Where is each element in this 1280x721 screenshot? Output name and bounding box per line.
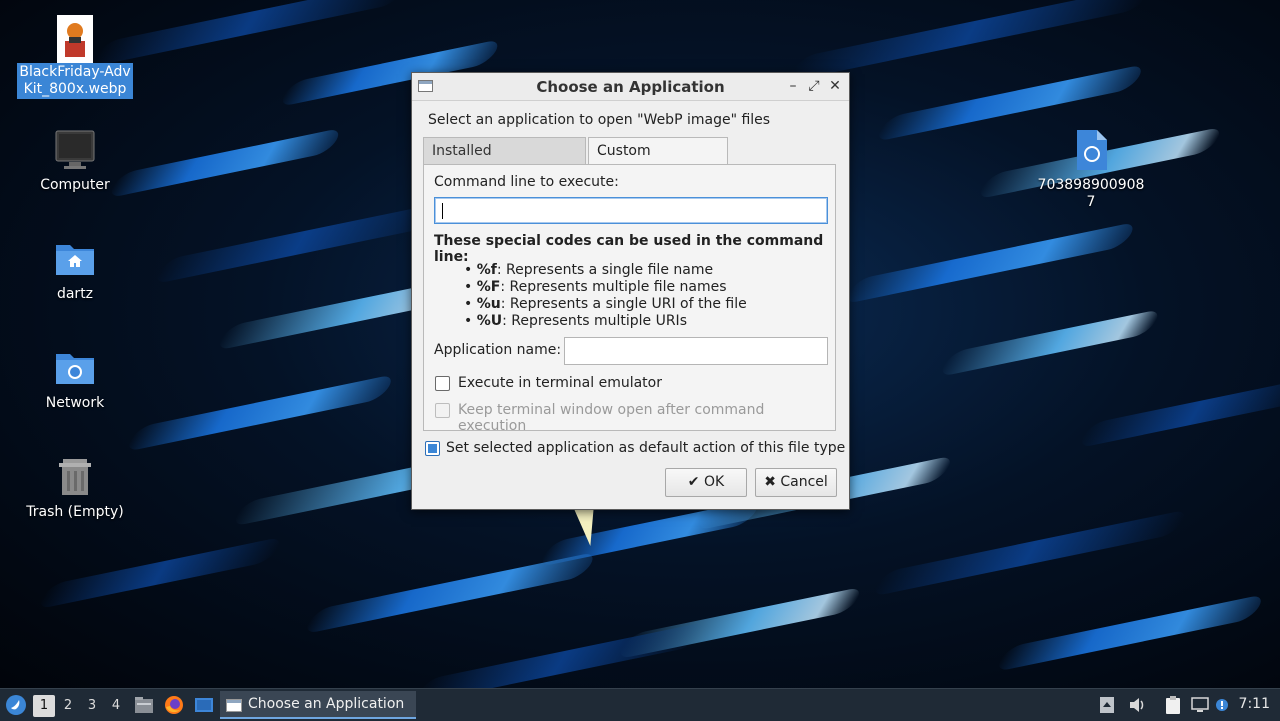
desktop-icon-blackfriday-webp[interactable]: BlackFriday-AdvKit_800x.webp bbox=[17, 15, 133, 99]
code: %F bbox=[476, 279, 501, 295]
check-icon: ✔ bbox=[687, 474, 700, 490]
workspace-3[interactable]: 3 bbox=[81, 695, 103, 717]
desktop-icon-label: 7038989009087 bbox=[1037, 177, 1145, 210]
web-file-icon bbox=[1069, 128, 1113, 172]
tab-installed-applications[interactable]: Installed Applications bbox=[423, 137, 586, 186]
network-folder-icon bbox=[53, 346, 97, 390]
desktop-icon-label: Computer bbox=[40, 177, 110, 193]
notification-icon[interactable] bbox=[1215, 695, 1235, 715]
set-default-checkbox[interactable] bbox=[425, 441, 440, 456]
desktop-icon-label: dartz bbox=[56, 286, 94, 302]
volume-icon[interactable] bbox=[1127, 695, 1147, 715]
close-icon: ✖ bbox=[764, 474, 776, 490]
code: %U bbox=[476, 313, 503, 329]
desktop-icon-label: Trash (Empty) bbox=[26, 504, 124, 520]
code: %f bbox=[476, 262, 497, 278]
command-line-label: Command line to execute: bbox=[434, 174, 619, 190]
cancel-button-label: Cancel bbox=[780, 474, 828, 490]
execute-in-terminal-checkbox[interactable] bbox=[435, 376, 450, 391]
clipboard-icon[interactable] bbox=[1163, 695, 1183, 715]
set-default-label[interactable]: Set selected application as default acti… bbox=[446, 440, 845, 456]
dialog-titlebar[interactable]: Choose an Application – ⤢ ✕ bbox=[412, 73, 849, 101]
list-item: %u: Represents a single URI of the file bbox=[464, 296, 747, 313]
show-desktop-icon[interactable] bbox=[194, 695, 214, 715]
code-description: : Represents a single file name bbox=[496, 262, 714, 278]
application-name-label: Application name: bbox=[434, 342, 562, 358]
ok-button-label: OK bbox=[703, 474, 725, 490]
keep-terminal-open-label: Keep terminal window open after command … bbox=[458, 402, 765, 434]
execute-in-terminal-label[interactable]: Execute in terminal emulator bbox=[458, 375, 662, 391]
home-folder-icon bbox=[53, 237, 97, 281]
custom-command-panel: Command line to execute: These special c… bbox=[423, 164, 836, 434]
workspace-4[interactable]: 4 bbox=[105, 695, 127, 717]
start-menu-icon[interactable] bbox=[5, 694, 26, 715]
code-description: : Represents a single URI of the file bbox=[500, 296, 747, 312]
trash-icon bbox=[53, 455, 97, 499]
minimize-button[interactable]: – bbox=[784, 77, 802, 95]
special-codes-list: %f: Represents a single file name %F: Re… bbox=[464, 262, 747, 330]
window-icon bbox=[226, 699, 242, 712]
desktop-icon-computer[interactable]: Computer bbox=[17, 128, 133, 195]
tab-custom-command[interactable]: Custom Command bbox=[588, 137, 728, 186]
dialog-prompt: Select an application to open "WebP imag… bbox=[428, 112, 771, 128]
list-item: %f: Represents a single file name bbox=[464, 262, 747, 279]
firefox-icon[interactable] bbox=[164, 695, 184, 715]
taskbar-item-choose-application[interactable]: Choose an Application bbox=[220, 691, 416, 719]
code-description: : Represents multiple URIs bbox=[502, 313, 687, 329]
application-name-input[interactable] bbox=[564, 337, 828, 365]
computer-icon bbox=[53, 128, 97, 172]
code-description: : Represents multiple file names bbox=[500, 279, 727, 295]
desktop-icon-web-file[interactable]: 7038989009087 bbox=[1033, 128, 1149, 212]
code: %u bbox=[476, 296, 501, 312]
cancel-button[interactable]: ✖ Cancel bbox=[755, 468, 837, 497]
choose-application-dialog: Choose an Application – ⤢ ✕ Select an ap… bbox=[411, 72, 850, 510]
close-button[interactable]: ✕ bbox=[826, 77, 844, 95]
special-codes-heading: These special codes can be used in the c… bbox=[434, 233, 824, 265]
keep-terminal-open-checkbox bbox=[435, 403, 450, 418]
network-status-icon[interactable] bbox=[1190, 695, 1210, 715]
text-caret bbox=[442, 203, 443, 219]
maximize-button[interactable]: ⤢ bbox=[805, 77, 823, 95]
desktop-icon-label: BlackFriday-AdvKit_800x.webp bbox=[17, 63, 133, 99]
tray-arrow-icon[interactable] bbox=[1098, 695, 1118, 715]
desktop-icon-trash[interactable]: Trash (Empty) bbox=[17, 455, 133, 522]
taskbar-item-label: Choose an Application bbox=[248, 696, 405, 712]
ok-button[interactable]: ✔ OK bbox=[665, 468, 747, 497]
workspace-2[interactable]: 2 bbox=[57, 695, 79, 717]
image-file-icon bbox=[53, 15, 97, 63]
taskbar: 1 2 3 4 Choose an Application 7:11 bbox=[0, 688, 1280, 721]
desktop-icon-network[interactable]: Network bbox=[17, 346, 133, 413]
list-item: %U: Represents multiple URIs bbox=[464, 313, 747, 330]
command-line-input[interactable] bbox=[434, 197, 828, 224]
desktop-icon-dartz[interactable]: dartz bbox=[17, 237, 133, 304]
desktop-icon-label: Network bbox=[45, 395, 105, 411]
workspace-1[interactable]: 1 bbox=[33, 695, 55, 717]
clock[interactable]: 7:11 bbox=[1239, 696, 1270, 712]
list-item: %F: Represents multiple file names bbox=[464, 279, 747, 296]
file-manager-icon[interactable] bbox=[134, 695, 154, 715]
